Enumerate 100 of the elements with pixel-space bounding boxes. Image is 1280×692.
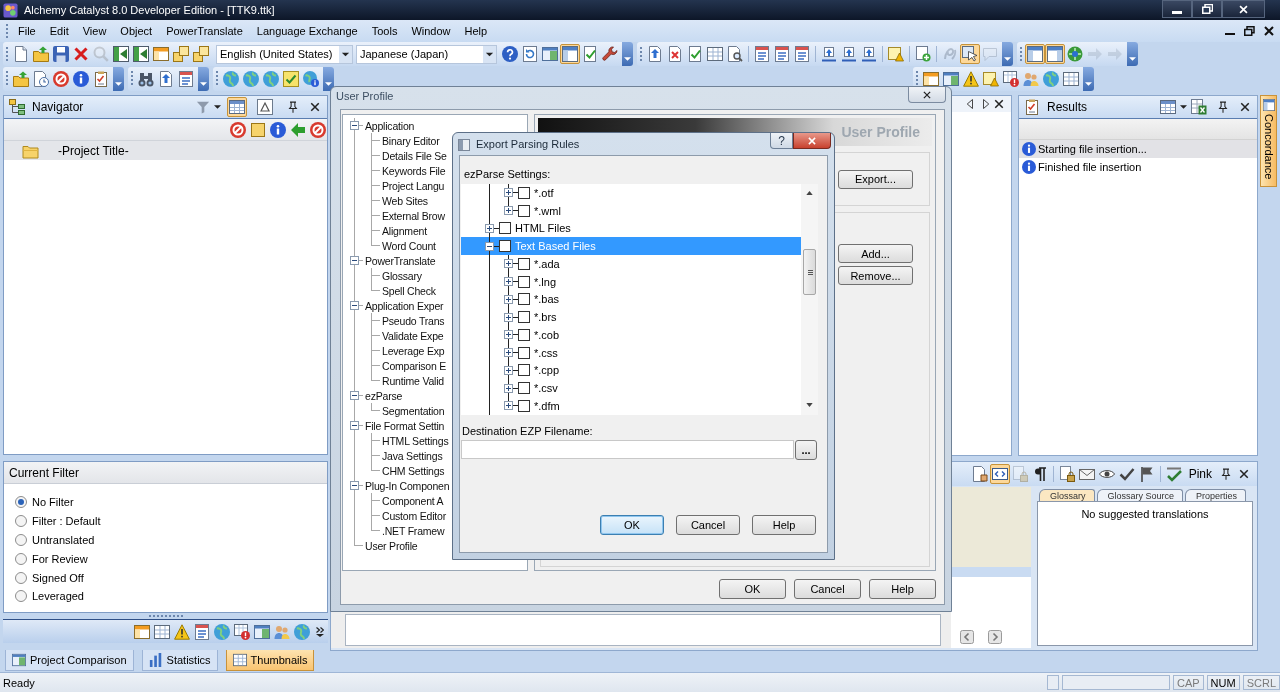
underline-tick-icon[interactable] (1165, 466, 1182, 482)
radio-option[interactable]: Signed Off (4, 568, 84, 587)
tree-item[interactable]: Word Count (343, 238, 436, 253)
stacked-boxes-icon[interactable] (193, 46, 209, 62)
tree-item[interactable]: *.csv (461, 379, 801, 397)
stacked-boxes-icon[interactable] (173, 46, 189, 62)
page-check-icon[interactable] (582, 46, 598, 62)
prohibited-icon[interactable] (310, 121, 326, 138)
tree-item[interactable]: Component A (343, 493, 444, 508)
menu-item[interactable]: PowerTranslate (159, 23, 250, 39)
restore-icon[interactable] (1244, 26, 1255, 36)
tab[interactable]: Thumbnails (225, 650, 315, 671)
text-field[interactable] (345, 614, 941, 646)
toolbar-options-button[interactable] (113, 66, 124, 91)
expander-toggle[interactable] (504, 277, 513, 287)
tree-item[interactable]: HTML Settings (343, 433, 449, 448)
table-icon[interactable] (1063, 70, 1079, 87)
tree-item[interactable]: *.ada (461, 255, 801, 273)
table-alert-icon[interactable] (234, 623, 250, 640)
tree-item[interactable]: External Brow (343, 208, 445, 223)
tick-icon[interactable] (1118, 466, 1135, 482)
box-arrow-icon[interactable] (841, 46, 857, 62)
radio-button[interactable] (15, 515, 27, 528)
checklist-icon[interactable] (93, 70, 109, 87)
expander-toggle[interactable] (504, 206, 513, 216)
menu-item[interactable]: Tools (364, 23, 405, 39)
dialog-button[interactable]: Add... (838, 244, 913, 263)
page-box-icon[interactable] (971, 466, 988, 482)
pin-icon[interactable] (287, 101, 299, 113)
tree-item[interactable]: Glossary (343, 268, 422, 283)
tree-item[interactable]: Details File Se (343, 148, 447, 163)
tree-item[interactable]: Comparison E (343, 358, 447, 373)
tree-item[interactable]: *.css (461, 343, 801, 362)
checkbox[interactable] (518, 204, 530, 217)
box-arrow-icon[interactable] (861, 46, 877, 62)
help-button[interactable]: ? (770, 133, 793, 149)
grid-icon[interactable] (227, 97, 247, 117)
page-lines-icon[interactable] (178, 70, 194, 87)
binoculars-icon[interactable] (138, 70, 154, 87)
expander-toggle[interactable] (504, 365, 513, 375)
tree-item[interactable]: Alignment (343, 223, 427, 238)
tab[interactable]: Glossary (1039, 489, 1095, 501)
page-up-arrow-icon[interactable] (647, 46, 663, 62)
page-icon[interactable] (13, 46, 29, 62)
close-icon[interactable] (1239, 101, 1251, 113)
grid-icon[interactable] (1160, 99, 1176, 115)
dialog-button[interactable]: Cancel (794, 579, 861, 599)
tab[interactable]: Glossary Source (1096, 489, 1184, 501)
expander-toggle[interactable] (350, 256, 359, 265)
expander-toggle[interactable] (485, 241, 494, 251)
checkbox[interactable] (518, 275, 530, 288)
checkbox[interactable] (499, 222, 511, 235)
page-lines-icon[interactable] (774, 46, 790, 62)
checkbox[interactable] (518, 293, 530, 306)
radio-button[interactable] (15, 590, 27, 603)
dialog-button[interactable]: OK (600, 515, 664, 535)
page-lines-icon[interactable] (754, 46, 770, 62)
tree-item[interactable]: File Format Settin (343, 418, 445, 433)
warning-icon[interactable] (963, 70, 979, 87)
more-chevron-icon[interactable] (316, 626, 324, 637)
code-icon[interactable] (989, 464, 1010, 484)
radio-option[interactable]: No Filter (4, 493, 74, 512)
table-icon[interactable] (154, 623, 170, 640)
list-item[interactable]: Finished file insertion (1019, 158, 1257, 176)
flag-icon[interactable] (1138, 466, 1155, 482)
people-icon[interactable] (1023, 70, 1039, 87)
toolbar-options-button[interactable] (198, 66, 209, 91)
radio-option[interactable]: For Review (4, 549, 88, 569)
tree-item[interactable]: Binary Editor (343, 133, 440, 148)
toolbar-options-button[interactable] (1002, 42, 1013, 66)
tree-item[interactable]: Application (343, 118, 415, 133)
minimize-icon[interactable] (1225, 32, 1235, 36)
tree-item[interactable]: Runtime Valid (343, 373, 444, 388)
expander-toggle[interactable] (350, 421, 359, 430)
tree-item[interactable]: Spell Check (343, 283, 436, 298)
dialog-button[interactable]: OK (719, 579, 786, 599)
expander-toggle[interactable] (504, 401, 513, 411)
info-icon[interactable] (270, 121, 286, 138)
expander-toggle[interactable] (504, 259, 513, 269)
radio-button[interactable] (15, 534, 27, 546)
split-window-icon[interactable] (254, 623, 270, 640)
expander-toggle[interactable] (485, 223, 494, 233)
scrollbar[interactable] (801, 184, 818, 415)
expander-toggle[interactable] (504, 188, 513, 198)
radio-option[interactable]: Untranslated (4, 530, 95, 550)
language-dropdown[interactable]: Japanese (Japan) (356, 44, 497, 64)
checkbox[interactable] (518, 257, 530, 270)
window-icon[interactable] (153, 46, 169, 62)
checkbox[interactable] (518, 311, 530, 324)
prohibited-icon[interactable] (53, 70, 69, 87)
dialog-button[interactable]: Cancel (676, 515, 740, 535)
scrollbar-thumb[interactable] (803, 249, 816, 295)
list-item[interactable]: Starting file insertion... (1019, 140, 1257, 158)
layout-icon[interactable] (560, 44, 580, 64)
page-up-arrow-icon[interactable] (158, 70, 174, 87)
tree-item[interactable]: *.dfm (461, 397, 801, 415)
tree-item[interactable]: Custom Editor (343, 508, 446, 523)
checkbox[interactable] (518, 346, 530, 359)
menu-item[interactable]: Language Exchange (249, 23, 365, 39)
tree-item[interactable]: Validate Expe (343, 328, 444, 343)
